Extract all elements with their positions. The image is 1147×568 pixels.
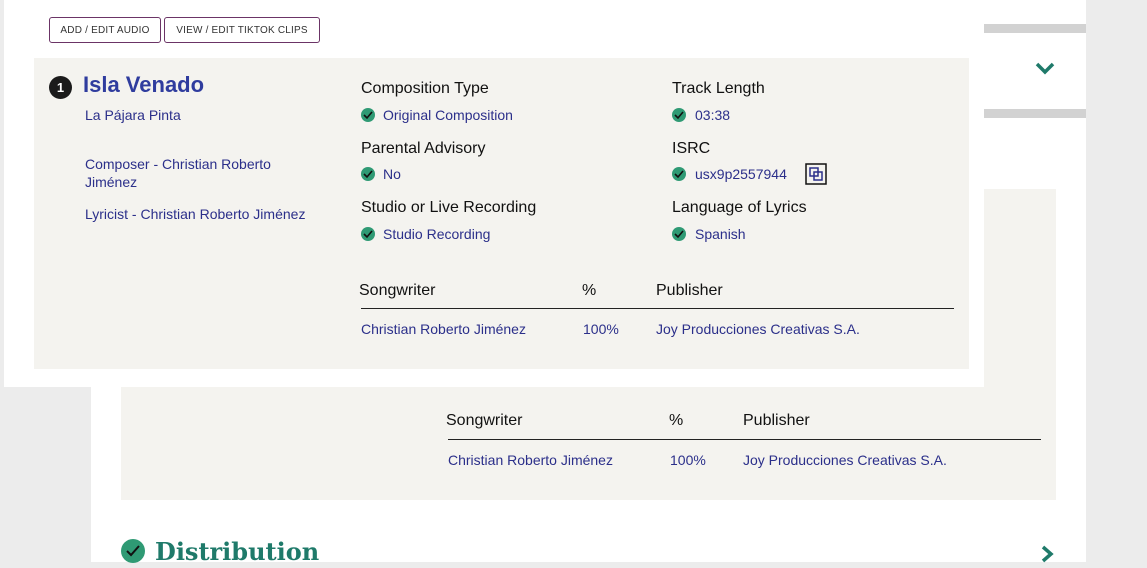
- check-icon: [672, 167, 686, 181]
- language-label: Language of Lyrics: [672, 199, 807, 216]
- check-icon: [361, 167, 375, 181]
- track-number-badge: 1: [49, 76, 72, 99]
- chevron-down-icon[interactable]: [1035, 62, 1055, 81]
- copy-icon[interactable]: [805, 163, 827, 185]
- section-divider-bottom: [984, 109, 1086, 118]
- parental-advisory-label: Parental Advisory: [361, 140, 486, 157]
- row-percent: 100%: [583, 321, 619, 337]
- parental-advisory-value: No: [383, 166, 401, 182]
- bg-header-percent: %: [669, 412, 684, 429]
- recording-label: Studio or Live Recording: [361, 199, 537, 216]
- section-divider-top: [984, 24, 1086, 33]
- header-publisher: Publisher: [656, 282, 723, 299]
- isrc-value: usx9p2557944: [695, 166, 787, 182]
- recording-value: Studio Recording: [383, 226, 491, 242]
- check-icon: [672, 108, 686, 122]
- track-composer: Composer - Christian Roberto Jiménez: [85, 156, 271, 190]
- header-songwriter: Songwriter: [359, 282, 436, 299]
- bg-row-songwriter: Christian Roberto Jiménez: [448, 452, 613, 468]
- bg-row-percent: 100%: [670, 452, 706, 468]
- track-length-value: 03:38: [695, 107, 731, 123]
- bg-row-publisher: Joy Producciones Creativas S.A.: [743, 452, 947, 468]
- chevron-right-icon[interactable]: [1040, 545, 1054, 568]
- track-lyricist: Lyricist - Christian Roberto Jiménez: [85, 206, 306, 222]
- distribution-check-icon: [121, 539, 145, 563]
- row-publisher: Joy Producciones Creativas S.A.: [656, 321, 860, 337]
- isrc-label: ISRC: [672, 140, 711, 157]
- check-icon: [361, 227, 375, 241]
- check-icon: [361, 108, 375, 122]
- bg-header-songwriter: Songwriter: [446, 412, 523, 429]
- bg-header-publisher: Publisher: [743, 412, 810, 429]
- track-length-label: Track Length: [672, 80, 765, 97]
- check-icon: [672, 227, 686, 241]
- track-artist: La Pájara Pinta: [85, 107, 181, 123]
- composition-type-value: Original Composition: [383, 107, 513, 123]
- bg-table-rule: [448, 439, 1041, 440]
- view-edit-tiktok-clips-button[interactable]: VIEW / EDIT TIKTOK CLIPS: [164, 17, 320, 43]
- row-songwriter: Christian Roberto Jiménez: [361, 321, 526, 337]
- language-value: Spanish: [695, 226, 746, 242]
- table-rule: [361, 308, 954, 309]
- add-edit-audio-button[interactable]: ADD / EDIT AUDIO: [49, 17, 161, 43]
- composition-type-label: Composition Type: [361, 80, 489, 97]
- header-percent: %: [582, 282, 597, 299]
- track-title: Isla Venado: [83, 72, 205, 97]
